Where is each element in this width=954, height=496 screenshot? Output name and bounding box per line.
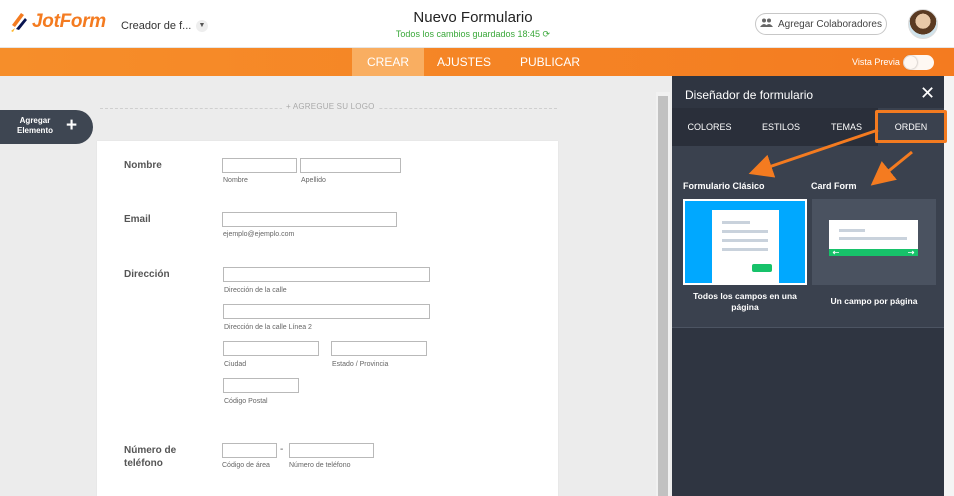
- toggle-knob: [904, 56, 917, 69]
- main-nav: CREAR AJUSTES PUBLICAR Vista Previa: [0, 48, 954, 76]
- phone-number-sublabel: Número de teléfono: [289, 462, 351, 469]
- card-form-title: Card Form: [811, 181, 857, 191]
- classic-form-description: Todos los campos en una página: [693, 291, 797, 312]
- add-element-label: Agregar Elemento: [16, 116, 53, 135]
- panel-title: Diseñador de formulario: [685, 88, 814, 102]
- add-collaborators-button[interactable]: Agregar Colaboradores: [755, 13, 887, 35]
- city-sublabel: Ciudad: [224, 361, 247, 368]
- refresh-icon[interactable]: ⟳: [543, 29, 551, 39]
- street-input[interactable]: [223, 267, 430, 282]
- zip-sublabel: Código Postal: [224, 398, 268, 405]
- users-icon: [760, 18, 774, 30]
- zip-input[interactable]: [223, 378, 299, 393]
- card-form-preview-icon: [829, 220, 918, 256]
- street2-input[interactable]: [223, 304, 430, 319]
- email-label: Email: [124, 214, 151, 225]
- card-form-description: Un campo por página: [830, 296, 918, 306]
- street2-sublabel: Dirección de la calle Línea 2: [224, 324, 312, 331]
- city-input[interactable]: [223, 341, 319, 356]
- tab-publicar[interactable]: PUBLICAR: [510, 48, 590, 76]
- preview-label: Vista Previa: [852, 57, 900, 67]
- save-status-text: Todos los cambios guardados 18:45: [395, 29, 541, 39]
- classic-form-preview-icon: [712, 210, 779, 283]
- state-input[interactable]: [331, 341, 427, 356]
- close-icon[interactable]: ✕: [920, 84, 935, 102]
- tab-colores[interactable]: COLORES: [672, 108, 747, 146]
- phone-number-input[interactable]: [289, 443, 374, 458]
- street-sublabel: Dirección de la calle: [224, 287, 287, 294]
- tab-ajustes[interactable]: AJUSTES: [428, 48, 500, 76]
- last-name-sublabel: Apellido: [301, 177, 326, 184]
- area-code-sublabel: Código de área: [222, 462, 270, 469]
- top-bar: JotForm Creador de f... ▼ Nuevo Formular…: [0, 0, 954, 48]
- add-element-button[interactable]: Agregar Elemento +: [0, 110, 93, 144]
- first-name-input[interactable]: [222, 158, 297, 173]
- scrollbar-thumb[interactable]: [658, 96, 668, 496]
- last-name-input[interactable]: [300, 158, 401, 173]
- area-code-input[interactable]: [222, 443, 277, 458]
- classic-form-option[interactable]: [683, 199, 807, 285]
- address-label: Dirección: [124, 269, 170, 280]
- email-sublabel: ejemplo@ejemplo.com: [223, 231, 295, 238]
- tab-crear[interactable]: CREAR: [352, 48, 424, 76]
- phone-label: Número de teléfono: [124, 445, 177, 469]
- plus-icon: +: [66, 115, 78, 136]
- tab-estilos[interactable]: ESTILOS: [747, 108, 815, 146]
- email-input[interactable]: [222, 212, 397, 227]
- state-sublabel: Estado / Provincia: [332, 361, 389, 368]
- add-logo-link[interactable]: + AGREGUE SU LOGO: [282, 102, 379, 111]
- phone-separator: -: [280, 444, 284, 455]
- tab-temas[interactable]: TEMAS: [815, 108, 878, 146]
- user-avatar[interactable]: [908, 9, 938, 39]
- preview-toggle[interactable]: [903, 55, 934, 70]
- classic-form-title: Formulario Clásico: [683, 181, 765, 191]
- name-label: Nombre: [124, 160, 162, 171]
- first-name-sublabel: Nombre: [223, 177, 248, 184]
- add-collaborators-label: Agregar Colaboradores: [778, 18, 882, 30]
- card-form-option[interactable]: [812, 199, 936, 285]
- annotation-highlight: [875, 110, 947, 143]
